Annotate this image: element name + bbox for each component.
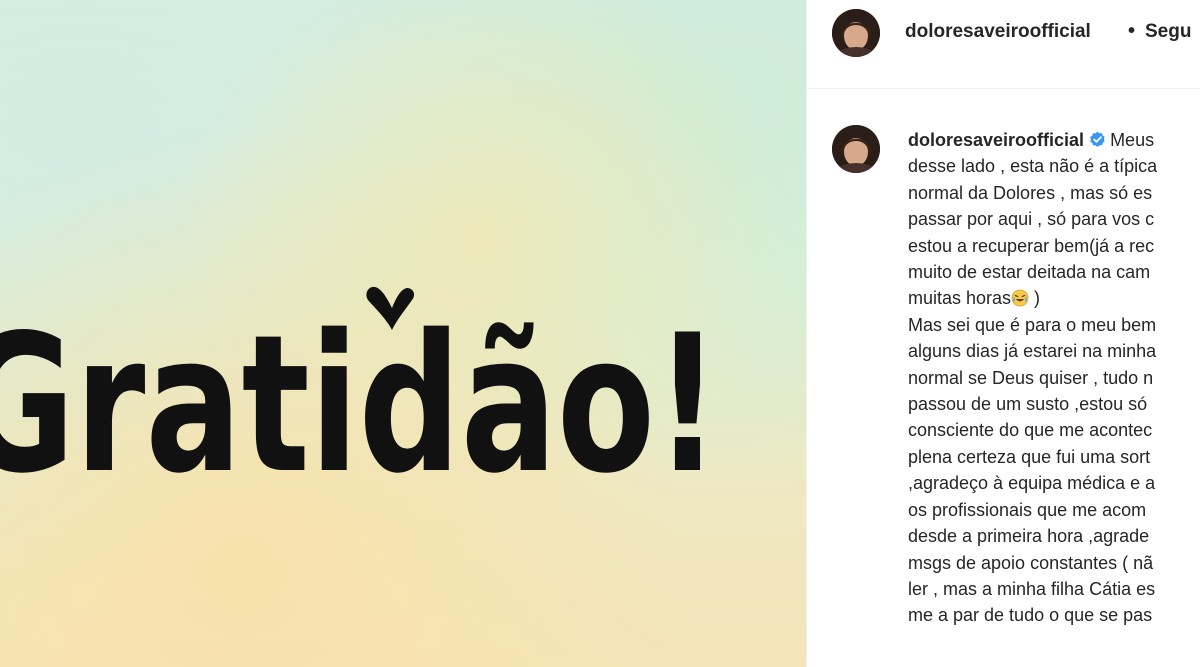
caption-line: normal se Deus quiser , tudo n	[908, 367, 1154, 388]
caption-line: muitas horas )	[908, 285, 1200, 311]
caption-text: )	[1029, 288, 1041, 309]
caption-line: desse lado , esta não é a típica	[908, 156, 1158, 177]
post-caption: doloresaveiroofficial Meus desse lado , e…	[908, 127, 1200, 629]
profile-photo-icon	[832, 9, 880, 57]
caption-line: Mas sei que é para o meu bem	[908, 314, 1157, 335]
caption-line: alguns dias já estarei na minha	[908, 341, 1157, 362]
caption-text: Meus	[1110, 130, 1155, 150]
instagram-post-view: Gratidão! doloresaveiroofficial • Segu d…	[0, 0, 1200, 667]
caption-avatar[interactable]	[832, 125, 880, 173]
caption-line: passou de um susto ,estou só	[908, 394, 1148, 415]
profile-photo-icon	[832, 125, 880, 173]
follow-button[interactable]: Segu	[1145, 21, 1191, 43]
caption-username-link[interactable]: doloresaveiroofficial	[908, 130, 1084, 150]
post-image[interactable]: Gratidão!	[0, 0, 806, 667]
caption-line: passar por aqui , só para vos c	[908, 209, 1155, 230]
caption-line: ler , mas a minha filha Cátia es	[908, 578, 1156, 599]
laughing-crying-emoji-icon	[1011, 290, 1029, 307]
header-username-link[interactable]: doloresaveiroofficial	[905, 21, 1091, 43]
gratidao-text: Gratidão!	[0, 294, 720, 515]
caption-line: consciente do que me acontec	[908, 420, 1153, 441]
gratidao-graphic: Gratidão!	[0, 286, 720, 515]
verified-badge-icon	[1090, 131, 1105, 147]
caption-line: normal da Dolores , mas só es	[908, 182, 1153, 203]
caption-line: muito de estar deitada na cam	[908, 262, 1151, 283]
caption-line: msgs de apoio constantes ( nã	[908, 552, 1154, 573]
caption-line: plena certeza que fui uma sort	[908, 446, 1151, 467]
avatar[interactable]	[832, 9, 880, 57]
caption-line: estou a recuperar bem(já a rec	[908, 235, 1155, 256]
caption-line: doloresaveiroofficial Meus	[908, 127, 1200, 153]
caption-line: me a par de tudo o que se pas	[908, 605, 1153, 626]
post-header: doloresaveiroofficial • Segu	[807, 0, 1200, 89]
caption-line: ,agradeço à equipa médica e a	[908, 473, 1156, 494]
caption-line: os profissionais que me acom	[908, 499, 1147, 520]
caption-text: muitas horas	[908, 288, 1012, 309]
caption-line: desde a primeira hora ,agrade	[908, 526, 1150, 547]
header-separator: •	[1128, 20, 1136, 42]
post-sidebar: doloresaveiroofficial • Segu doloresavei…	[806, 0, 1200, 667]
